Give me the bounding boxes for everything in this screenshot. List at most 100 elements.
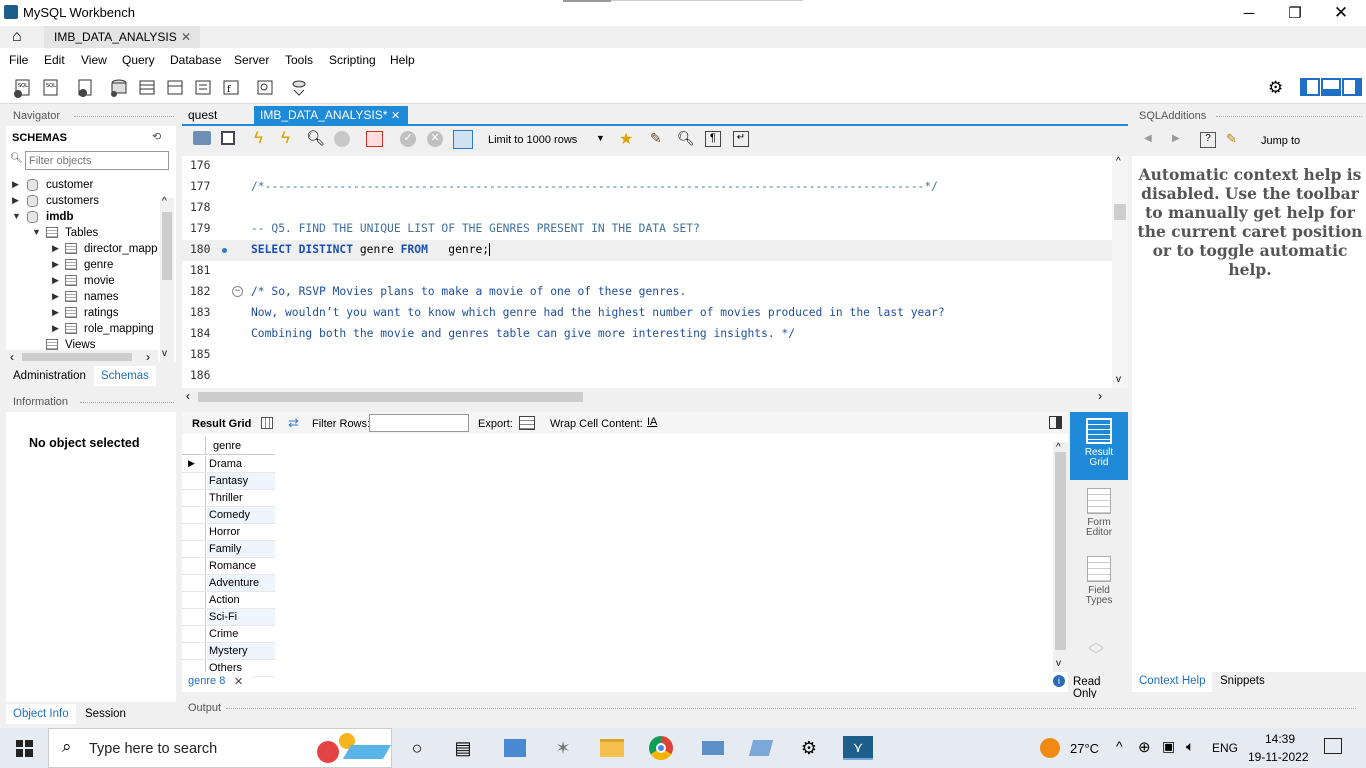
editor-horizontal-scrollbar[interactable]: ‹ › bbox=[182, 389, 1112, 404]
taskbar-search-box[interactable]: ⌕ Type here to search bbox=[48, 728, 392, 768]
code-editor[interactable]: 176 177 /*------------------------------… bbox=[182, 156, 1128, 388]
onedrive-icon[interactable]: ▣ bbox=[1162, 738, 1175, 755]
create-table-icon[interactable] bbox=[136, 77, 158, 99]
execute-current-icon[interactable]: ϟ bbox=[281, 128, 290, 148]
expand-arrow-icon[interactable]: ▶ bbox=[12, 195, 19, 206]
grid-column-header[interactable]: genre bbox=[182, 436, 275, 455]
editor-tab-imb-data-analysis[interactable]: IMB_DATA_ANALYSIS* ✕ bbox=[254, 106, 408, 124]
settings-icon[interactable]: ⚙ bbox=[796, 736, 822, 760]
expand-arrow-icon[interactable]: ▶ bbox=[52, 275, 59, 286]
vertical-scrollbar[interactable]: ^ v bbox=[160, 196, 174, 362]
schema-item-customers[interactable]: ▶ customers bbox=[6, 194, 176, 210]
add-snippet-icon[interactable]: ★ bbox=[619, 129, 633, 149]
grid-cell[interactable]: Comedy bbox=[207, 507, 275, 524]
nav-tab-schemas[interactable]: Schemas bbox=[94, 366, 156, 386]
collapse-arrow-icon[interactable]: ▼ bbox=[32, 227, 41, 237]
rollback-icon[interactable]: ✕ bbox=[427, 131, 443, 147]
create-schema-icon[interactable] bbox=[108, 77, 130, 99]
find-icon[interactable]: 🔍︎ bbox=[677, 130, 695, 147]
network-icon[interactable]: ⊕ bbox=[1138, 738, 1151, 756]
schema-item-imdb[interactable]: ▼ imdb bbox=[6, 210, 176, 226]
grid-view-icon[interactable] bbox=[261, 417, 273, 429]
row-header[interactable] bbox=[182, 541, 206, 558]
form-editor-button[interactable]: Form Editor bbox=[1070, 484, 1128, 550]
toggle-sidebar-icon[interactable] bbox=[1342, 78, 1362, 96]
info-tab-session[interactable]: Session bbox=[78, 704, 138, 724]
scroll-thumb[interactable] bbox=[1055, 452, 1066, 650]
table-item-role-mapping[interactable]: ▶ role_mapping bbox=[6, 322, 176, 338]
tables-folder[interactable]: ▼ Tables bbox=[6, 226, 176, 242]
widgets-icon[interactable]: ▤ bbox=[450, 736, 476, 760]
autocommit-icon[interactable] bbox=[453, 130, 473, 149]
explain-icon[interactable]: 🔍︎ bbox=[306, 129, 325, 147]
field-types-button[interactable]: Field Types bbox=[1070, 552, 1128, 618]
table-row[interactable]: Fantasy bbox=[182, 473, 275, 490]
export-icon[interactable] bbox=[519, 416, 535, 430]
filter-rows-input[interactable] bbox=[369, 414, 469, 432]
task-view-icon[interactable]: ○ bbox=[404, 736, 430, 760]
table-row[interactable]: Romance bbox=[182, 558, 275, 575]
toggle-navigator-icon[interactable] bbox=[1300, 78, 1320, 96]
language-indicator[interactable]: ENG bbox=[1212, 741, 1238, 755]
toggle-result-panel-icon[interactable] bbox=[1049, 416, 1062, 429]
invisible-chars-icon[interactable]: ¶ bbox=[705, 131, 721, 147]
auto-help-icon[interactable]: ✎ bbox=[1226, 131, 1237, 147]
clock-date[interactable]: 19-11-2022 bbox=[1248, 750, 1309, 764]
close-tab-icon[interactable]: ✕ bbox=[234, 675, 243, 688]
save-icon[interactable] bbox=[221, 131, 235, 145]
scroll-thumb[interactable] bbox=[22, 353, 132, 361]
grid-cell[interactable]: Mystery bbox=[207, 643, 275, 660]
result-tab-genre[interactable]: genre 8 ✕ bbox=[182, 672, 252, 692]
menu-database[interactable]: Database bbox=[170, 53, 221, 67]
editor-tab-quest[interactable]: quest bbox=[182, 106, 224, 124]
scroll-left-icon[interactable]: ‹ bbox=[186, 389, 190, 403]
collapse-arrow-icon[interactable]: ▼ bbox=[12, 211, 21, 221]
stop-icon[interactable] bbox=[334, 131, 350, 147]
settings-gear-icon[interactable]: ⚙ bbox=[1268, 78, 1288, 98]
grid-cell[interactable]: Horror bbox=[207, 524, 275, 541]
result-vertical-scrollbar[interactable]: ^ v bbox=[1053, 442, 1068, 672]
mysql-workbench-icon[interactable]: ⋎ bbox=[843, 736, 873, 760]
taskbar-app-2-icon[interactable]: ✶ bbox=[550, 736, 576, 760]
row-header[interactable] bbox=[182, 558, 206, 575]
toggle-output-icon[interactable] bbox=[1321, 78, 1341, 96]
table-item-names[interactable]: ▶ names bbox=[6, 290, 176, 306]
wrap-cell-icon[interactable]: IA bbox=[647, 416, 657, 428]
row-header[interactable] bbox=[182, 524, 206, 541]
menu-help[interactable]: Help bbox=[390, 53, 415, 67]
taskbar-app-4-icon[interactable] bbox=[748, 736, 774, 760]
create-view-icon[interactable] bbox=[164, 77, 186, 99]
expand-arrow-icon[interactable]: ▶ bbox=[52, 243, 59, 254]
weather-temp[interactable]: 27°C bbox=[1070, 741, 1099, 756]
notification-icon[interactable] bbox=[1324, 738, 1342, 754]
grid-cell[interactable]: Drama bbox=[207, 456, 275, 473]
menu-scripting[interactable]: Scripting bbox=[329, 53, 376, 67]
scroll-up-icon[interactable]: ^ bbox=[1116, 156, 1121, 167]
column-header-genre[interactable]: genre bbox=[213, 440, 241, 452]
table-item-ratings[interactable]: ▶ ratings bbox=[6, 306, 176, 322]
table-item-genre[interactable]: ▶ genre bbox=[6, 258, 176, 274]
toggle-error-icon[interactable] bbox=[366, 131, 383, 147]
scroll-down-icon[interactable]: v bbox=[1056, 658, 1061, 669]
scroll-thumb[interactable] bbox=[162, 212, 172, 280]
file-explorer-icon[interactable] bbox=[599, 736, 625, 760]
grid-cell[interactable]: Crime bbox=[207, 626, 275, 643]
expand-arrow-icon[interactable]: ▶ bbox=[52, 291, 59, 302]
reconnect-icon[interactable] bbox=[288, 77, 310, 99]
row-header[interactable] bbox=[182, 643, 206, 660]
scroll-left-icon[interactable]: ‹ bbox=[10, 350, 14, 364]
taskbar-app-1-icon[interactable] bbox=[502, 736, 528, 760]
info-tab-object-info[interactable]: Object Info bbox=[6, 704, 76, 724]
table-row[interactable]: Horror bbox=[182, 524, 275, 541]
side-scroll-chevron-icon[interactable]: ︿ ﹀ bbox=[1088, 635, 1104, 665]
row-header[interactable] bbox=[182, 592, 206, 609]
filter-objects-input[interactable] bbox=[25, 151, 169, 170]
table-row[interactable]: Thriller bbox=[182, 490, 275, 507]
table-item-movie[interactable]: ▶ movie bbox=[6, 274, 176, 290]
manual-help-icon[interactable]: ? bbox=[1200, 132, 1216, 148]
back-icon[interactable]: ◀ bbox=[1144, 133, 1152, 144]
table-row[interactable]: ▶ Drama bbox=[182, 456, 275, 473]
tab-context-help[interactable]: Context Help bbox=[1132, 672, 1212, 692]
table-row[interactable]: Mystery bbox=[182, 643, 275, 660]
minimize-button[interactable]: ─ bbox=[1226, 0, 1272, 26]
